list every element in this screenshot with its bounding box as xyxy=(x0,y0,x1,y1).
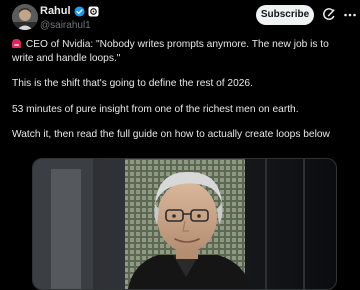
gear-icon[interactable] xyxy=(88,6,99,17)
verified-badge-icon[interactable] xyxy=(74,6,85,17)
more-options-icon[interactable] xyxy=(342,7,358,23)
grok-icon[interactable] xyxy=(321,7,337,23)
author-display-name[interactable]: Rahul xyxy=(40,5,71,18)
paragraph-text: CEO of Nvidia: "Nobody writes prompts an… xyxy=(12,39,329,64)
avatar[interactable] xyxy=(12,4,38,30)
post-card: Rahul @sairahul1 Subscribe CEO of Nvidia… xyxy=(0,0,360,290)
author-block: Rahul @sairahul1 xyxy=(40,5,99,32)
subscribe-button[interactable]: Subscribe xyxy=(256,5,314,25)
post-paragraph-4: Watch it, then read the full guide on ho… xyxy=(12,129,330,140)
avatar-image xyxy=(12,4,38,30)
post-paragraph-3: 53 minutes of pure insight from one of t… xyxy=(12,103,299,115)
video-thumbnail[interactable] xyxy=(32,158,337,290)
author-handle[interactable]: @sairahul1 xyxy=(40,19,99,32)
post-header: Rahul @sairahul1 Subscribe xyxy=(12,4,356,32)
post-paragraph-1: CEO of Nvidia: "Nobody writes prompts an… xyxy=(12,38,350,65)
video-frame-image xyxy=(33,159,336,289)
post-paragraph-2: This is the shift that's going to define… xyxy=(12,78,253,89)
siren-icon xyxy=(12,39,21,48)
post-text: CEO of Nvidia: "Nobody writes prompts an… xyxy=(12,38,350,142)
author-name-row: Rahul xyxy=(40,5,99,18)
